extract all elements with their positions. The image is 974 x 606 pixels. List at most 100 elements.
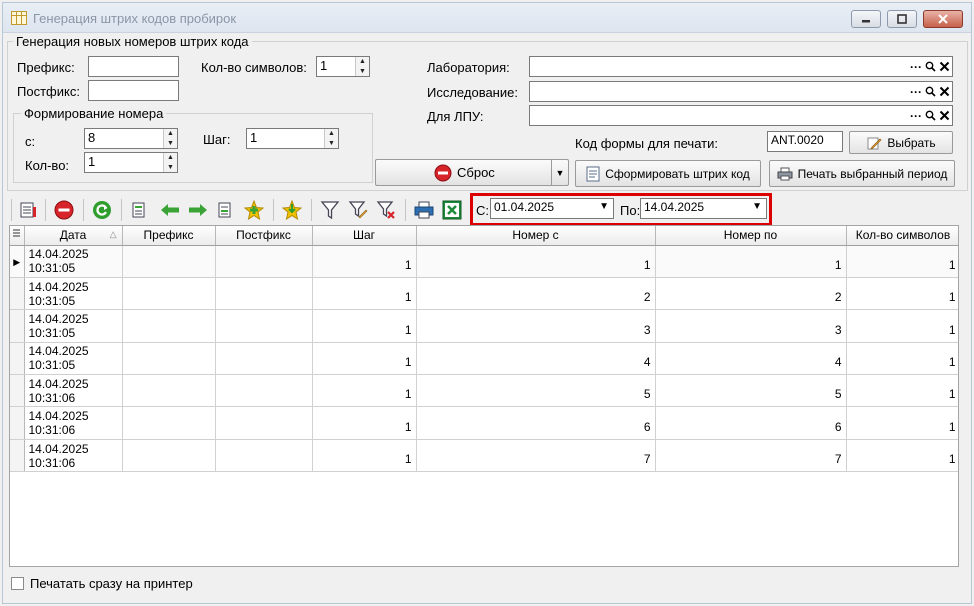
print-period-button[interactable]: Печать выбранный период xyxy=(769,160,955,187)
star-icon xyxy=(282,200,302,220)
search-icon[interactable] xyxy=(925,86,936,97)
reset-dropdown-arrow[interactable]: ▼ xyxy=(551,160,568,185)
cell-number-to: 5 xyxy=(655,374,847,408)
cell-step: 1 xyxy=(312,277,417,311)
cell-chars: 1 xyxy=(846,374,958,408)
row-indicator[interactable] xyxy=(10,309,25,343)
arrow-right-icon xyxy=(189,204,207,216)
refresh-button[interactable] xyxy=(91,199,113,221)
cell-step: 1 xyxy=(312,374,417,408)
cell-date-day: 14.04.2025 xyxy=(28,247,89,262)
row-indicator[interactable] xyxy=(10,439,25,473)
table-row[interactable]: ▶ 14.04.2025 10:31:05 1 1 1 1 xyxy=(10,245,958,278)
table-row[interactable]: 14.04.2025 10:31:06 1 5 5 1 xyxy=(10,374,958,408)
header-chars[interactable]: Кол-во символов xyxy=(846,226,958,246)
from-spinner[interactable]: 8 ▲ ▼ xyxy=(84,128,178,149)
cell-number-to: 3 xyxy=(655,309,847,343)
back-button[interactable] xyxy=(159,199,181,221)
count-spin-buttons[interactable]: ▲ ▼ xyxy=(163,153,177,172)
minimize-button[interactable] xyxy=(851,10,881,28)
cell-prefix xyxy=(122,342,216,376)
print-button[interactable] xyxy=(413,199,435,221)
choose-button[interactable]: Выбрать xyxy=(849,131,953,154)
filter-edit-button[interactable] xyxy=(347,199,369,221)
table-row[interactable]: 14.04.2025 10:31:05 1 3 3 1 xyxy=(10,309,958,343)
forward-button[interactable] xyxy=(187,199,209,221)
row-indicator[interactable] xyxy=(10,277,25,311)
row-indicator[interactable] xyxy=(10,374,25,408)
postfix-input[interactable] xyxy=(88,80,179,101)
table-row[interactable]: 14.04.2025 10:31:06 1 6 6 1 xyxy=(10,406,958,440)
barcode-grid[interactable]: Дата △ Префикс Постфикс Шаг Номер с Номе… xyxy=(9,225,959,567)
count-value: 1 xyxy=(88,154,96,169)
maximize-button[interactable] xyxy=(887,10,917,28)
count-label: Кол-во: xyxy=(25,158,70,173)
table-row[interactable]: 14.04.2025 10:31:05 1 2 2 1 xyxy=(10,277,958,311)
table-row[interactable]: 14.04.2025 10:31:06 1 7 7 1 xyxy=(10,439,958,473)
research-browse-button[interactable]: ··· xyxy=(910,85,922,99)
cell-number-to: 6 xyxy=(655,406,847,440)
cell-prefix xyxy=(122,309,216,343)
print-form-input[interactable]: ANT.0020 xyxy=(767,131,843,152)
row-indicator[interactable] xyxy=(10,406,25,440)
cell-step: 1 xyxy=(312,342,417,376)
excel-button[interactable] xyxy=(441,199,463,221)
header-number-to[interactable]: Номер по xyxy=(655,226,847,246)
clear-icon[interactable] xyxy=(939,86,950,97)
cell-step: 1 xyxy=(312,439,417,473)
chars-label: Кол-во символов: xyxy=(201,60,307,75)
cell-chars: 1 xyxy=(846,439,958,473)
checkbox-box[interactable] xyxy=(11,577,24,590)
table-row[interactable]: 14.04.2025 10:31:05 1 4 4 1 xyxy=(10,342,958,376)
clear-icon[interactable] xyxy=(939,61,950,72)
print-direct-checkbox[interactable]: Печатать сразу на принтер xyxy=(11,576,193,591)
delete-button[interactable] xyxy=(53,199,75,221)
chars-spin-buttons[interactable]: ▲ ▼ xyxy=(355,57,369,76)
research-lookup[interactable]: ··· xyxy=(529,81,953,102)
lpu-lookup[interactable]: ··· xyxy=(529,105,953,126)
header-step[interactable]: Шаг xyxy=(312,226,417,246)
row-indicator[interactable]: ▶ xyxy=(10,245,25,278)
close-button[interactable] xyxy=(923,10,963,28)
lpu-browse-button[interactable]: ··· xyxy=(910,109,922,123)
header-number-from[interactable]: Номер с xyxy=(416,226,656,246)
cell-postfix xyxy=(215,245,313,278)
header-date[interactable]: Дата △ xyxy=(24,226,123,246)
search-icon[interactable] xyxy=(925,110,936,121)
column-chooser-icon[interactable] xyxy=(10,226,25,246)
header-postfix[interactable]: Постфикс xyxy=(215,226,313,246)
count-spinner[interactable]: 1 ▲ ▼ xyxy=(84,152,178,173)
filter-clear-button[interactable] xyxy=(375,199,397,221)
cell-date: 14.04.2025 10:31:05 xyxy=(24,342,123,376)
step-spin-buttons[interactable]: ▲ ▼ xyxy=(324,129,338,148)
generate-button[interactable]: Сформировать штрих код xyxy=(575,160,761,187)
header-prefix[interactable]: Префикс xyxy=(122,226,216,246)
reset-button[interactable]: Сброс xyxy=(375,159,569,186)
cell-prefix xyxy=(122,245,216,278)
cell-number-from: 3 xyxy=(416,309,656,343)
lab-lookup[interactable]: ··· xyxy=(529,56,953,77)
clear-icon[interactable] xyxy=(939,110,950,121)
chars-spinner[interactable]: 1 ▲ ▼ xyxy=(316,56,370,77)
from-spin-buttons[interactable]: ▲ ▼ xyxy=(163,129,177,148)
lab-browse-button[interactable]: ··· xyxy=(910,60,922,74)
filter-button[interactable] xyxy=(319,199,341,221)
pencil-icon xyxy=(867,137,882,150)
columns-button[interactable] xyxy=(17,199,39,221)
prefix-label: Префикс: xyxy=(17,60,75,75)
from-value: 8 xyxy=(88,130,96,145)
print-direct-label: Печатать сразу на принтер xyxy=(30,576,193,591)
cell-number-from: 7 xyxy=(416,439,656,473)
export-button[interactable] xyxy=(215,199,237,221)
row-indicator[interactable] xyxy=(10,342,25,376)
step-spinner[interactable]: 1 ▲ ▼ xyxy=(246,128,339,149)
add-button[interactable] xyxy=(243,199,265,221)
print-icon xyxy=(777,167,793,180)
search-icon[interactable] xyxy=(925,61,936,72)
stop-icon xyxy=(54,200,74,220)
group-button[interactable] xyxy=(129,199,151,221)
prefix-input[interactable] xyxy=(88,56,179,77)
generate-label: Сформировать штрих код xyxy=(605,166,750,181)
arrow-left-icon xyxy=(161,204,179,216)
favorites-button[interactable] xyxy=(281,199,303,221)
